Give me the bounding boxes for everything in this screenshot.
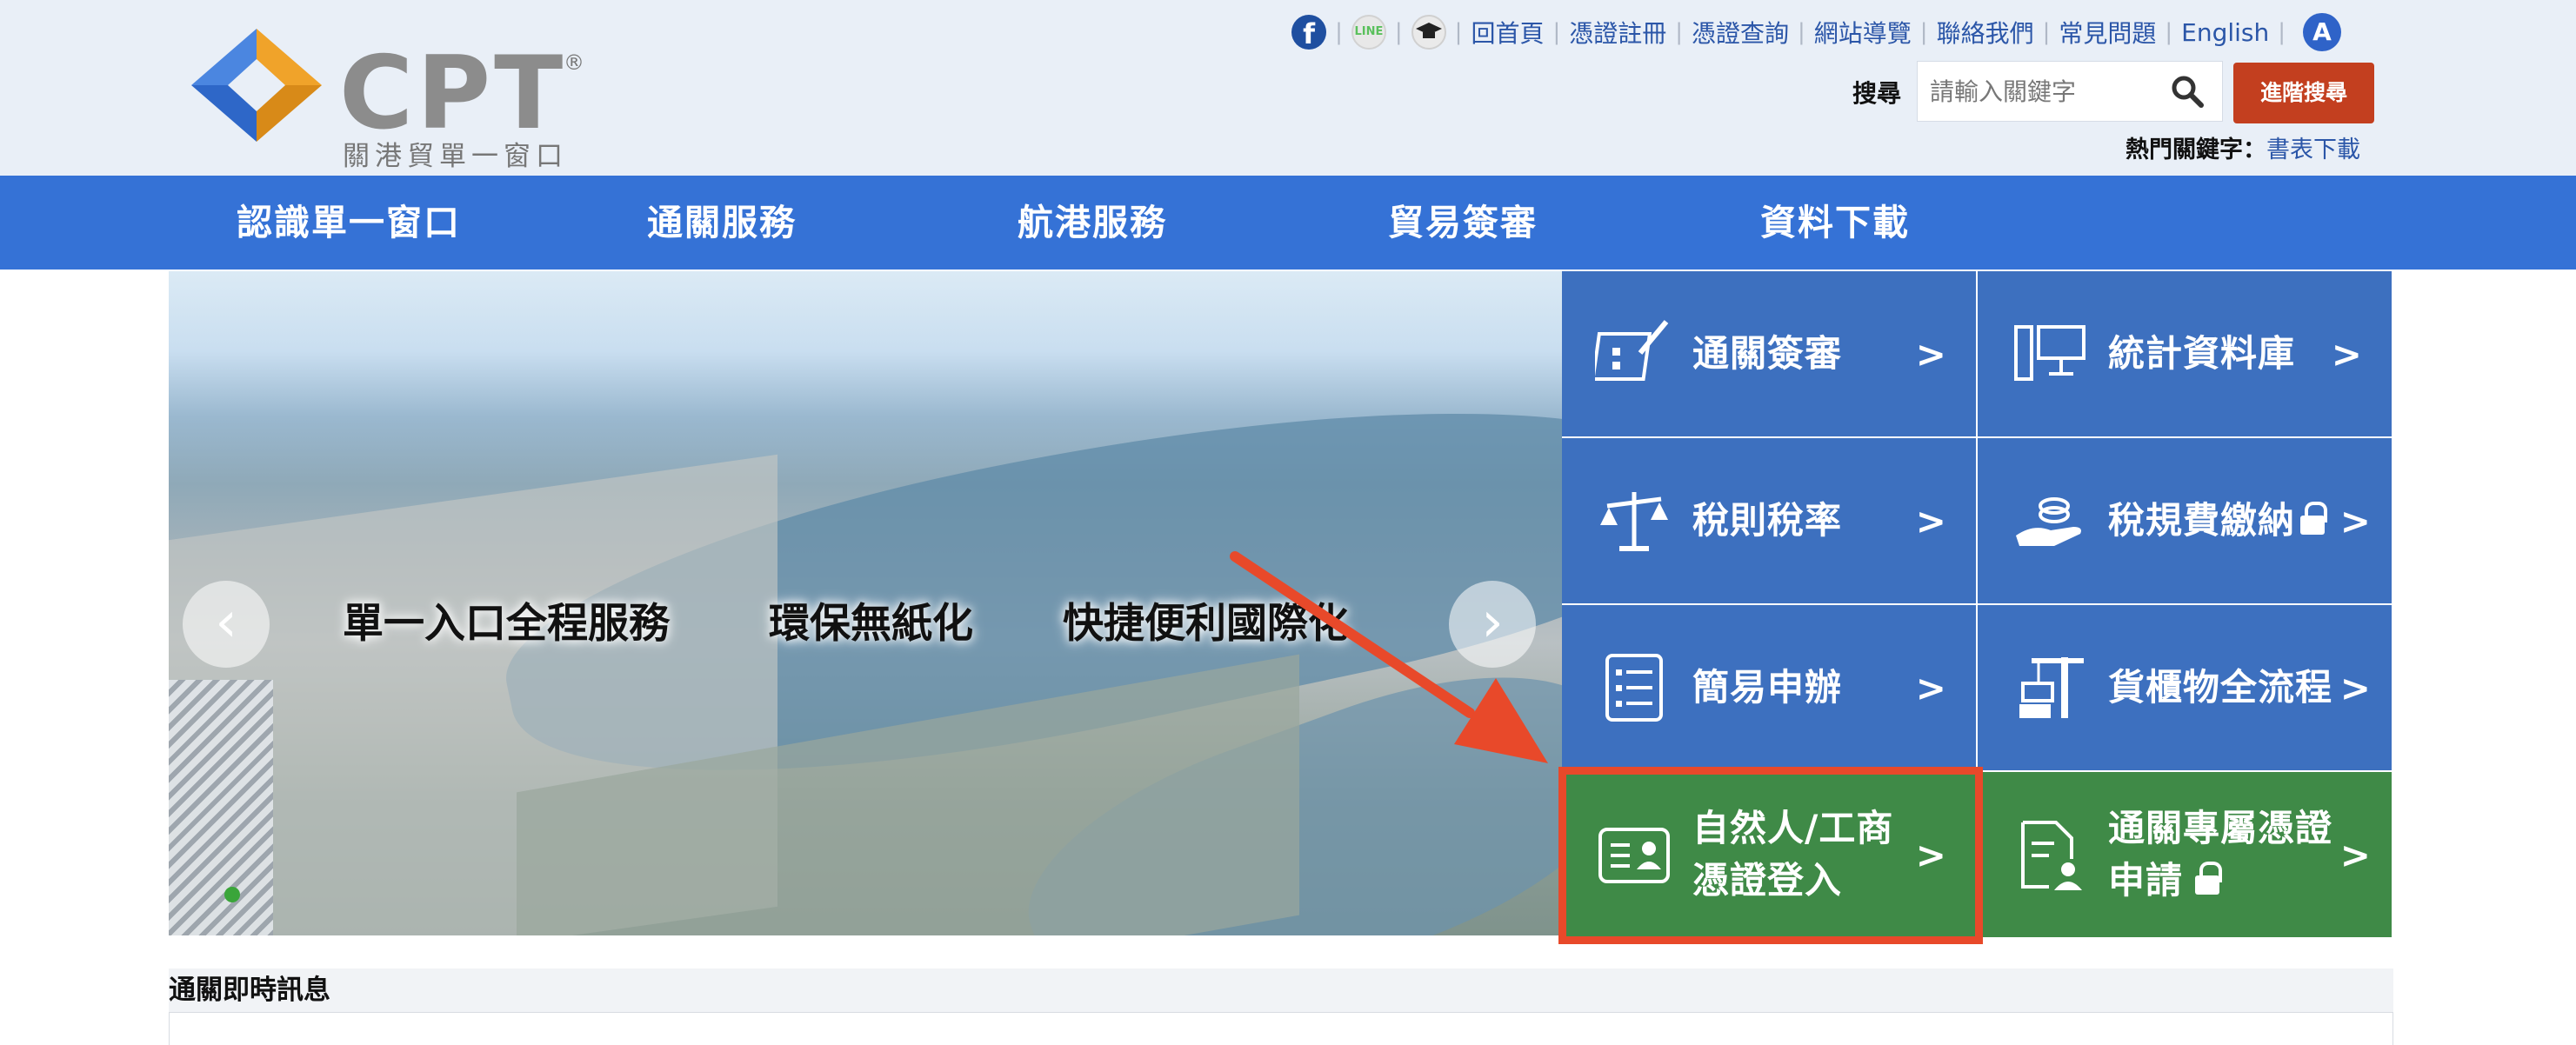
line-icon[interactable]: LINE: [1351, 15, 1386, 50]
link-cert-register[interactable]: 憑證註冊: [1569, 15, 1666, 50]
lock-icon: [2300, 502, 2328, 535]
link-home[interactable]: 回首頁: [1471, 15, 1544, 50]
cpt-logo[interactable]: CPT ® 關港貿單一窗口: [183, 24, 591, 172]
chevron-right-icon: >: [2339, 499, 2371, 542]
link-sitemap[interactable]: 網站導覽: [1814, 15, 1912, 50]
hot-keywords-label: 熱門關鍵字：: [2126, 136, 2266, 163]
divider: |: [2278, 19, 2286, 45]
carousel-indicator[interactable]: [224, 887, 240, 902]
tile-simple-apply[interactable]: 簡易申辦 >: [1562, 605, 1976, 770]
link-contact[interactable]: 聯絡我們: [1937, 15, 2034, 50]
nav-item-about[interactable]: 認識單一窗口: [237, 176, 461, 270]
divider: |: [1335, 19, 1343, 45]
nav-item-port[interactable]: 航港服務: [1018, 176, 1167, 270]
scale-icon: [1600, 492, 1668, 551]
crane-icon: [2019, 657, 2084, 718]
chevron-right-icon: >: [1915, 332, 1946, 376]
nav-item-trade[interactable]: 貿易簽審: [1388, 176, 1538, 270]
divider: |: [1394, 19, 1403, 45]
carousel-prev-button[interactable]: ‹: [183, 581, 270, 668]
divider: |: [2042, 19, 2051, 45]
advanced-search-button[interactable]: 進階搜尋: [2233, 63, 2374, 123]
divider: |: [2165, 19, 2173, 45]
tile-label-text: 稅規費繳納: [2108, 499, 2296, 542]
certificate-icon: [2021, 821, 2082, 890]
hot-keyword-link[interactable]: 書表下載: [2266, 136, 2360, 163]
tile-customs-review[interactable]: 通關簽審 >: [1562, 271, 1976, 436]
chevron-right-icon: >: [2331, 332, 2362, 376]
divider: |: [1552, 19, 1561, 45]
search-label: 搜尋: [1852, 79, 1902, 108]
hero-slogan: 環保無紙化: [769, 600, 973, 648]
chevron-right-icon: >: [2339, 833, 2371, 876]
tile-label: 通關專屬憑證 申請: [2108, 802, 2340, 907]
tile-label: 統計資料庫: [2108, 332, 2296, 375]
link-english[interactable]: English: [2181, 18, 2269, 47]
chevron-right-icon: >: [1915, 666, 1946, 709]
annotation-arrow-icon: [1230, 551, 1548, 763]
logo-registered: ®: [564, 50, 584, 75]
divider: |: [1798, 19, 1805, 45]
search-icon[interactable]: [2170, 74, 2205, 109]
tile-label: 稅規費繳納: [2108, 495, 2340, 547]
main-nav: 認識單一窗口 通關服務 航港服務 貿易簽審 資料下載: [0, 176, 2576, 270]
chevron-right-icon: >: [1915, 499, 1946, 542]
tile-label: 通關簽審: [1692, 332, 1843, 375]
tile-tax-payment[interactable]: 稅規費繳納 >: [1978, 438, 2392, 603]
tile-statistics-db[interactable]: 統計資料庫 >: [1978, 271, 2392, 436]
divider: |: [1675, 19, 1683, 45]
cpt-logo-mark-icon: [191, 29, 322, 142]
hot-keywords: 熱門關鍵字：書表下載: [2126, 130, 2360, 164]
accessibility-icon[interactable]: A: [2303, 13, 2341, 51]
lock-icon: [2195, 862, 2223, 895]
annotation-highlight-box: [1558, 767, 1983, 944]
facebook-icon[interactable]: f: [1291, 15, 1327, 50]
graduation-cap-icon[interactable]: [1411, 15, 1446, 50]
link-faq[interactable]: 常見問題: [2059, 15, 2156, 50]
logo-text: CPT: [339, 35, 567, 152]
list-icon: [1605, 654, 1663, 722]
link-cert-query[interactable]: 憑證查詢: [1692, 15, 1789, 50]
nav-item-downloads[interactable]: 資料下載: [1760, 176, 1910, 270]
top-links-bar: f | LINE | | 回首頁 | 憑證註冊 | 憑證查詢 | 網站導覽 | …: [1291, 12, 2341, 52]
hero-slogan: 單一入口全程服務: [343, 600, 670, 648]
tile-label: 稅則稅率: [1692, 499, 1843, 542]
hero-photo-tower: [169, 680, 273, 935]
computer-icon: [2014, 325, 2085, 381]
news-section-title: 通關即時訊息: [169, 968, 2393, 1012]
header: CPT ® 關港貿單一窗口 f | LINE | | 回首頁 | 憑證註冊 | …: [0, 0, 2576, 176]
form-pen-icon: [1595, 320, 1669, 381]
tile-label-line2: 申請: [2108, 859, 2184, 902]
search-box: [1917, 61, 2223, 122]
tile-tariff[interactable]: 稅則稅率 >: [1562, 438, 1976, 603]
hand-coins-icon: [2016, 497, 2081, 546]
tile-container-flow[interactable]: 貨櫃物全流程 >: [1978, 605, 2392, 770]
logo-subtitle: 關港貿單一窗口: [343, 141, 568, 172]
search-input[interactable]: [1918, 77, 2170, 106]
nav-item-customs[interactable]: 通關服務: [647, 176, 797, 270]
divider: |: [1919, 19, 1928, 45]
tile-label: 貨櫃物全流程: [2108, 666, 2333, 709]
tile-certificate-apply[interactable]: 通關專屬憑證 申請 >: [1978, 772, 2392, 937]
divider: |: [1454, 19, 1463, 45]
tile-label-line1: 通關專屬憑證: [2108, 807, 2333, 849]
chevron-right-icon: >: [2339, 666, 2371, 709]
tile-label: 簡易申辦: [1692, 666, 1843, 709]
news-list: [169, 1012, 2393, 1045]
